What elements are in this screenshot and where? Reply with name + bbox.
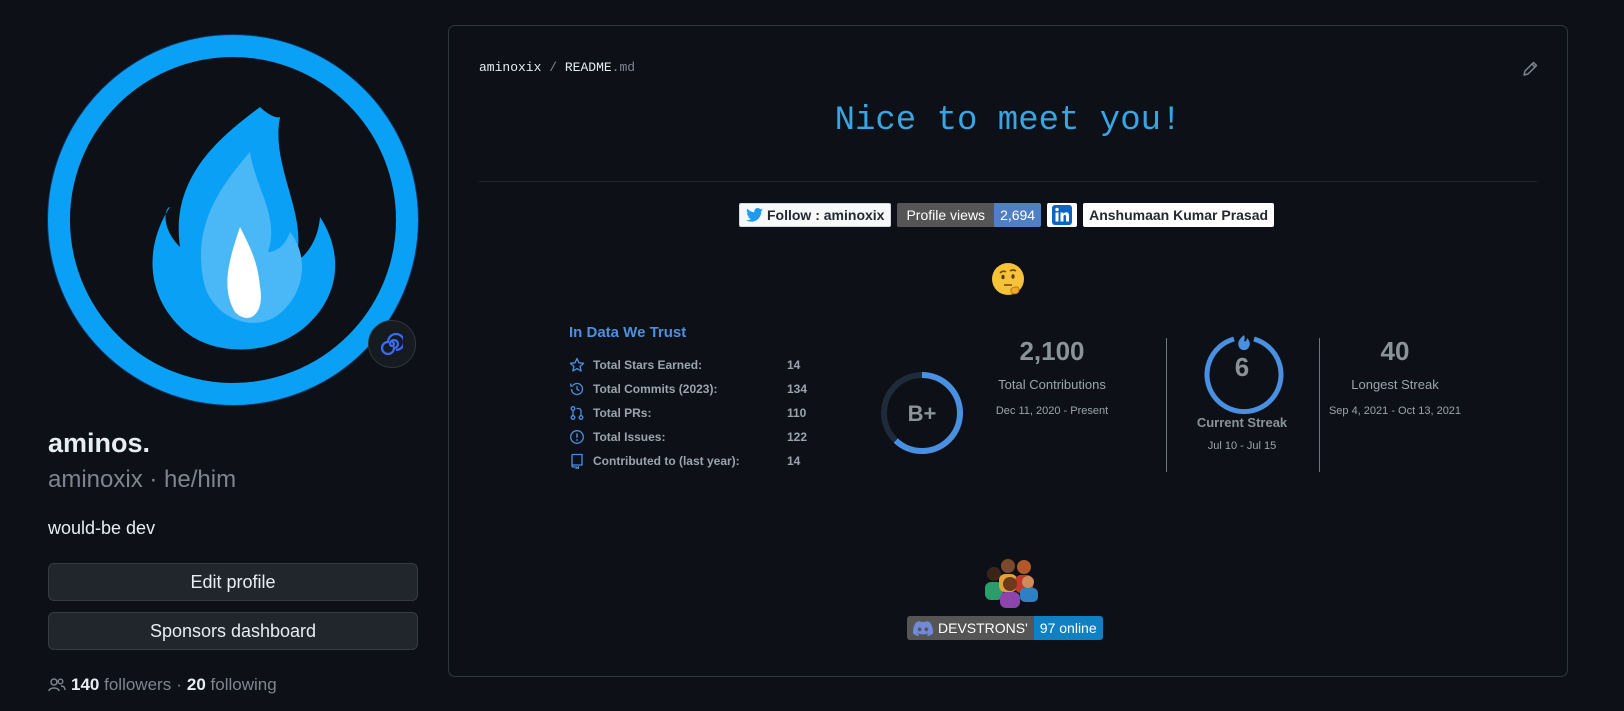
avatar-container[interactable] (48, 35, 418, 405)
edit-readme-button[interactable] (1521, 60, 1539, 83)
stat-row-contributed: Contributed to (last year): 14 (569, 453, 800, 469)
linkedin-badge[interactable]: Anshumaan Kumar Prasad (1083, 203, 1275, 227)
pencil-icon (1523, 61, 1538, 76)
readme-owner-link[interactable]: aminoxix (479, 60, 541, 75)
badges-row: Follow : aminoxix Profile views 2,694 An… (739, 203, 1275, 227)
readme-greeting: Nice to meet you! (834, 102, 1182, 140)
status-emoji[interactable] (368, 320, 416, 368)
discord-badge[interactable]: DEVSTRONS' 97 online (907, 616, 1103, 640)
follow-stats: 140 followers · 20 following (48, 675, 277, 695)
edit-profile-button[interactable]: Edit profile (48, 563, 418, 601)
pull-request-icon (570, 406, 584, 420)
readme-breadcrumb: aminoxix / README.md (479, 60, 636, 75)
grade-ring: B+ (881, 372, 963, 454)
profile-bio: would-be dev (48, 518, 156, 538)
fire-icon (1238, 335, 1250, 350)
linkedin-icon (1052, 205, 1073, 225)
profile-login: aminoxix · he/him (48, 466, 237, 493)
avatar[interactable] (48, 35, 418, 405)
discord-icon (913, 620, 933, 636)
profile-name: aminos. (48, 428, 151, 458)
stats-title: In Data We Trust (569, 324, 687, 341)
profile-views-badge[interactable]: Profile views 2,694 (897, 203, 1042, 227)
star-icon (569, 357, 585, 372)
grade-text: B+ (908, 401, 937, 426)
stat-row-commits: Total Commits (2023): 134 (569, 381, 807, 397)
linkedin-logo-badge[interactable] (1047, 203, 1078, 227)
stat-row-stars: Total Stars Earned: 14 (569, 357, 800, 373)
sponsors-dashboard-button[interactable]: Sponsors dashboard (48, 612, 418, 650)
twitter-icon (746, 208, 763, 222)
twitter-badge[interactable]: Follow : aminoxix (739, 203, 892, 227)
people-icon (48, 678, 66, 692)
current-streak: 6 Current Streak Jul 10 - Jul 15 (1196, 352, 1288, 452)
total-contributions: 2,100 Total Contributions Dec 11, 2020 -… (995, 336, 1109, 417)
following-link[interactable]: 20 following (187, 675, 277, 695)
flame-icon (152, 107, 336, 350)
readme-card: aminoxix / README.md Nice to meet you! F… (448, 25, 1568, 677)
readme-file-link[interactable]: README.md (565, 60, 635, 75)
stat-row-issues: Total Issues: 122 (569, 429, 807, 445)
repo-icon (571, 453, 583, 469)
history-icon (570, 382, 584, 396)
people-group-icon (985, 559, 1038, 608)
followers-link[interactable]: 140 followers (71, 675, 171, 695)
thinking-face-icon (992, 263, 1024, 295)
spiral-icon (381, 333, 403, 355)
longest-streak: 40 Longest Streak Sep 4, 2021 - Oct 13, … (1328, 336, 1462, 417)
stat-row-prs: Total PRs: 110 (569, 405, 806, 421)
issue-icon (570, 430, 584, 444)
divider (479, 181, 1537, 182)
